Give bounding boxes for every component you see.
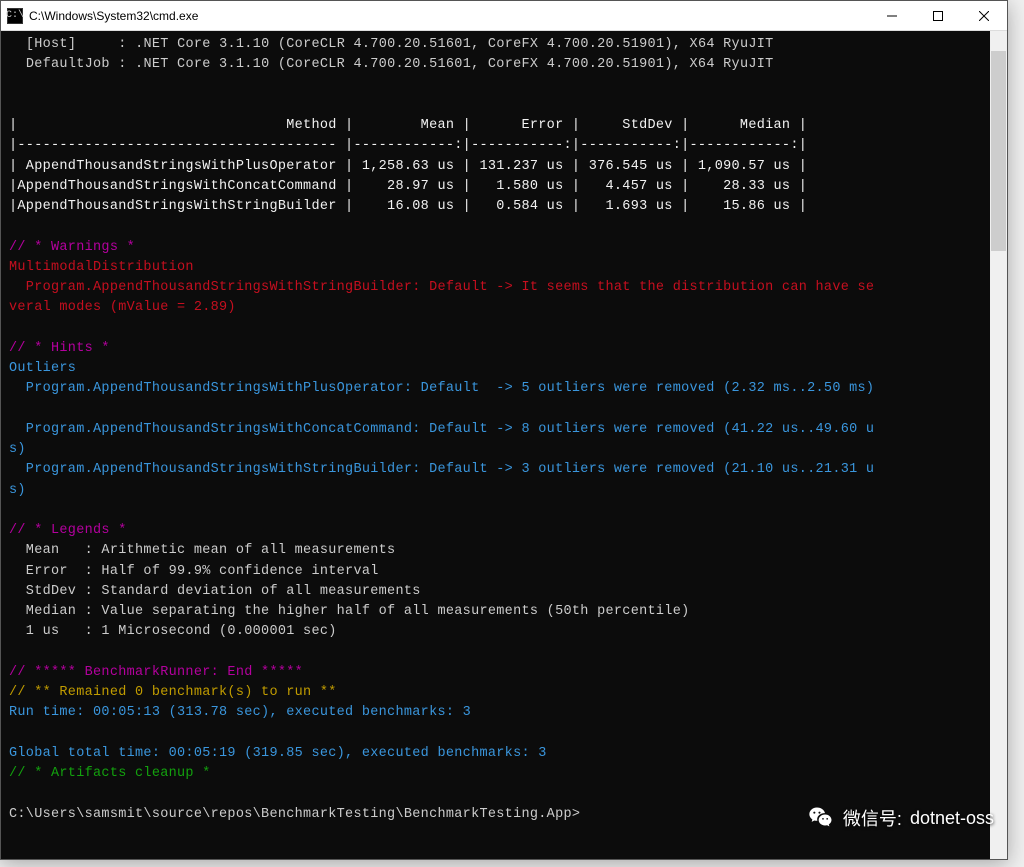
- remained-line: // ** Remained 0 benchmark(s) to run **: [9, 685, 337, 700]
- warnings-text: Program.AppendThousandStringsWithStringB…: [9, 280, 874, 295]
- close-button[interactable]: [961, 1, 1007, 31]
- maximize-button[interactable]: [915, 1, 961, 31]
- vertical-scrollbar[interactable]: [990, 31, 1007, 859]
- job-label: DefaultJob: [26, 57, 110, 72]
- global-time: Global total time: 00:05:19 (319.85 sec)…: [9, 746, 547, 761]
- minimize-icon: [887, 11, 897, 21]
- artifacts-cleanup: // * Artifacts cleanup *: [9, 766, 211, 781]
- terminal-area: [Host] : .NET Core 3.1.10 (CoreCLR 4.700…: [1, 31, 1007, 859]
- legend-line: StdDev : Standard deviation of all measu…: [9, 584, 421, 599]
- scrollbar-thumb[interactable]: [991, 51, 1006, 251]
- prompt-path: C:\Users\samsmit\source\repos\BenchmarkT…: [9, 807, 580, 822]
- host-info: .NET Core 3.1.10 (CoreCLR 4.700.20.51601…: [135, 37, 774, 52]
- outliers-label: Outliers: [9, 361, 76, 376]
- table-row: | AppendThousandStringsWithPlusOperator …: [9, 159, 807, 174]
- table-header: | Method | Mean | Error | StdDev | Media…: [9, 118, 807, 133]
- legends-header: // * Legends *: [9, 523, 127, 538]
- legend-line: Mean : Arithmetic mean of all measuremen…: [9, 543, 395, 558]
- close-icon: [979, 11, 989, 21]
- hint-line: Program.AppendThousandStringsWithPlusOpe…: [9, 381, 874, 396]
- warnings-header: // * Warnings *: [9, 240, 135, 255]
- job-info: .NET Core 3.1.10 (CoreCLR 4.700.20.51601…: [135, 57, 774, 72]
- table-row: |AppendThousandStringsWithStringBuilder …: [9, 199, 807, 214]
- warnings-dist-label: MultimodalDistribution: [9, 260, 194, 275]
- hint-line: Program.AppendThousandStringsWithStringB…: [9, 462, 874, 477]
- legend-line: 1 us : 1 Microsecond (0.000001 sec): [9, 624, 337, 639]
- table-divider: |-------------------------------------- …: [9, 138, 807, 153]
- title-bar[interactable]: C:\ C:\Windows\System32\cmd.exe: [1, 1, 1007, 31]
- window-title: C:\Windows\System32\cmd.exe: [29, 9, 869, 23]
- legend-line: Error : Half of 99.9% confidence interva…: [9, 564, 379, 579]
- maximize-icon: [933, 11, 943, 21]
- hint-line: s): [9, 483, 26, 498]
- host-label: [Host]: [26, 37, 76, 52]
- minimize-button[interactable]: [869, 1, 915, 31]
- run-time: Run time: 00:05:13 (313.78 sec), execute…: [9, 705, 471, 720]
- hints-header: // * Hints *: [9, 341, 110, 356]
- cmd-window: C:\ C:\Windows\System32\cmd.exe [Host] :…: [0, 0, 1008, 860]
- runner-end: // ***** BenchmarkRunner: End *****: [9, 665, 303, 680]
- terminal-output[interactable]: [Host] : .NET Core 3.1.10 (CoreCLR 4.700…: [1, 31, 990, 859]
- hint-line: s): [9, 442, 26, 457]
- legend-line: Median : Value separating the higher hal…: [9, 604, 690, 619]
- table-row: |AppendThousandStringsWithConcatCommand …: [9, 179, 807, 194]
- hint-line: Program.AppendThousandStringsWithConcatC…: [9, 422, 874, 437]
- app-icon: C:\: [7, 8, 23, 24]
- warnings-text: veral modes (mValue = 2.89): [9, 300, 236, 315]
- window-controls: [869, 1, 1007, 31]
